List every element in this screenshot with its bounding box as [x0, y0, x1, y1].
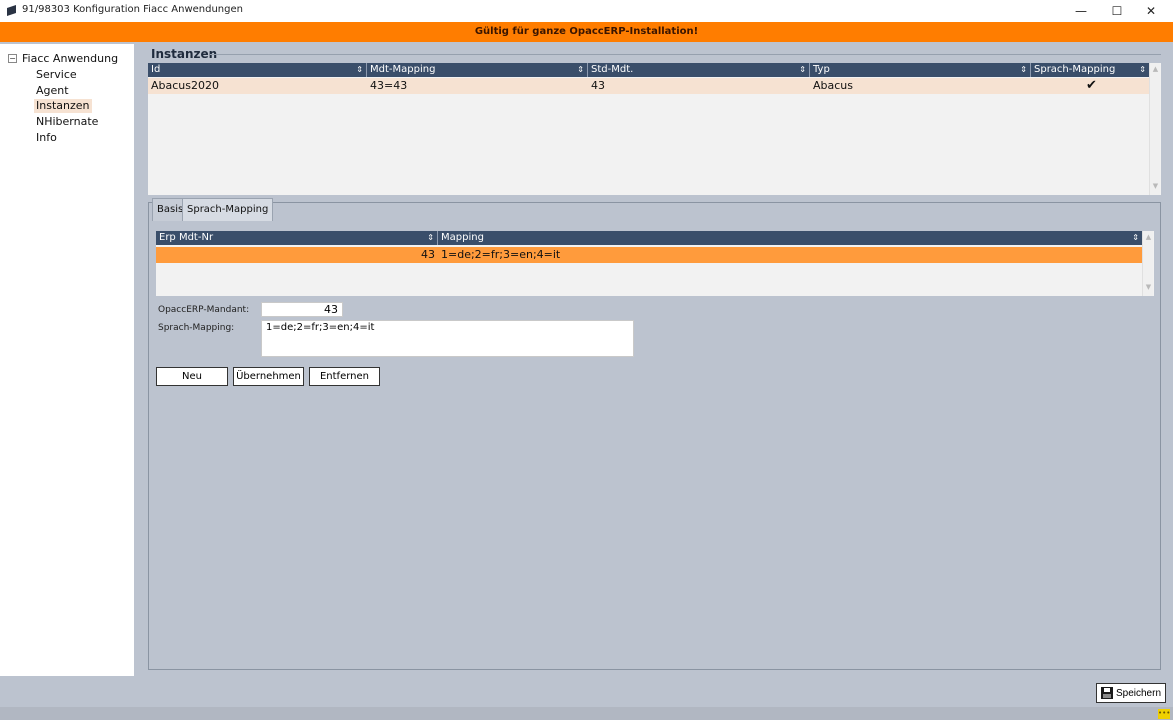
sidebar-item-agent[interactable]: Agent: [34, 84, 71, 98]
maximize-button[interactable]: ☐: [1100, 0, 1134, 22]
scroll-up-icon[interactable]: ▲: [1144, 233, 1153, 242]
cell-id: Abacus2020: [151, 79, 219, 92]
mandant-input[interactable]: [261, 302, 343, 317]
sort-icon[interactable]: ⇕: [356, 63, 363, 77]
sprach-mapping-input[interactable]: 1=de;2=fr;3=en;4=it: [261, 320, 634, 357]
uebernehmen-button[interactable]: Übernehmen: [233, 367, 304, 386]
window-titlebar: 91/98303 Konfiguration Fiacc Anwendungen…: [0, 0, 1173, 22]
column-header-std-mdt[interactable]: Std-Mdt. ⇕: [588, 63, 810, 77]
cell-std-mdt: 43: [591, 79, 605, 92]
column-header-label: Id: [151, 64, 161, 75]
column-header-erp-mdt-nr[interactable]: Erp Mdt-Nr ⇕: [156, 231, 438, 245]
status-bar: •••: [0, 707, 1173, 720]
mandant-label: OpaccERP-Mandant:: [158, 305, 250, 315]
detail-panel: Basis Sprach-Mapping Erp Mdt-Nr ⇕ Mappin…: [148, 198, 1161, 670]
sidebar-item-nhibernate[interactable]: NHibernate: [34, 115, 100, 129]
floppy-disk-icon: [1100, 687, 1113, 699]
instanzen-grid: Id ⇕ Mdt-Mapping ⇕ Std-Mdt. ⇕ Typ ⇕ Spra…: [148, 63, 1161, 195]
sidebar-tree: − Fiacc Anwendung Service Agent Instanze…: [0, 44, 134, 676]
tree-root-label: Fiacc Anwendung: [22, 52, 119, 65]
scroll-up-icon[interactable]: ▲: [1151, 65, 1160, 74]
sprach-mapping-scrollbar[interactable]: ▲ ▼: [1142, 231, 1153, 296]
cell-erp-mdt-nr: 43: [421, 248, 435, 261]
group-divider: [210, 54, 1161, 55]
save-button[interactable]: Speichern: [1096, 683, 1166, 703]
column-header-typ[interactable]: Typ ⇕: [810, 63, 1031, 77]
scroll-down-icon[interactable]: ▼: [1144, 283, 1153, 292]
sort-icon[interactable]: ⇕: [1020, 63, 1027, 77]
sprach-mapping-grid: Erp Mdt-Nr ⇕ Mapping ⇕ 43 1=de;2=fr;3=en…: [156, 231, 1154, 296]
neu-button[interactable]: Neu: [156, 367, 228, 386]
cell-mapping: 1=de;2=fr;3=en;4=it: [441, 248, 561, 261]
sort-icon[interactable]: ⇕: [1132, 231, 1139, 245]
instanzen-group-label: Instanzen: [151, 47, 218, 61]
cell-mdt-mapping: 43=43: [370, 79, 408, 92]
instanzen-grid-header: Id ⇕ Mdt-Mapping ⇕ Std-Mdt. ⇕ Typ ⇕ Spra…: [148, 63, 1149, 77]
tree-root-fiacc-anwendung[interactable]: − Fiacc Anwendung: [8, 52, 118, 65]
sort-icon[interactable]: ⇕: [577, 63, 584, 77]
column-header-label: Std-Mdt.: [591, 64, 634, 75]
table-row[interactable]: Abacus2020 43=43 43 Abacus ✔: [148, 78, 1149, 94]
save-button-label: Speichern: [1115, 687, 1162, 699]
close-button[interactable]: ✕: [1134, 0, 1168, 22]
cell-typ: Abacus: [813, 79, 853, 92]
column-header-mapping[interactable]: Mapping ⇕: [438, 231, 1142, 245]
sort-icon[interactable]: ⇕: [799, 63, 806, 77]
column-header-label: Erp Mdt-Nr: [159, 232, 214, 243]
sprach-mapping-grid-header: Erp Mdt-Nr ⇕ Mapping ⇕: [156, 231, 1142, 245]
app-icon: [7, 5, 16, 16]
window-title: 91/98303 Konfiguration Fiacc Anwendungen: [22, 4, 243, 15]
sort-icon[interactable]: ⇕: [1139, 63, 1146, 77]
minimize-button[interactable]: —: [1064, 0, 1098, 22]
sprach-mapping-label: Sprach-Mapping:: [158, 323, 235, 333]
column-header-mdt-mapping[interactable]: Mdt-Mapping ⇕: [367, 63, 588, 77]
column-header-label: Mdt-Mapping: [370, 64, 436, 75]
sidebar-item-info[interactable]: Info: [34, 131, 59, 145]
collapse-icon[interactable]: −: [8, 54, 17, 63]
column-header-sprach-mapping[interactable]: Sprach-Mapping ⇕: [1031, 63, 1149, 77]
sort-icon[interactable]: ⇕: [427, 231, 434, 245]
column-header-label: Sprach-Mapping: [1034, 64, 1116, 75]
installation-banner: Gültig für ganze OpaccERP-Installation!: [0, 22, 1173, 42]
more-icon[interactable]: •••: [1158, 709, 1170, 719]
tab-sprach-mapping[interactable]: Sprach-Mapping: [182, 198, 274, 221]
column-header-id[interactable]: Id ⇕: [148, 63, 367, 77]
sidebar-item-instanzen[interactable]: Instanzen: [34, 99, 92, 113]
column-header-label: Mapping: [441, 232, 484, 243]
checkmark-icon: ✔: [1086, 78, 1097, 93]
column-header-label: Typ: [813, 64, 830, 75]
sidebar-item-service[interactable]: Service: [34, 68, 79, 82]
table-row[interactable]: 43 1=de;2=fr;3=en;4=it: [156, 247, 1142, 263]
scroll-down-icon[interactable]: ▼: [1151, 182, 1160, 191]
instanzen-scrollbar[interactable]: ▲ ▼: [1149, 63, 1160, 195]
entfernen-button[interactable]: Entfernen: [309, 367, 380, 386]
